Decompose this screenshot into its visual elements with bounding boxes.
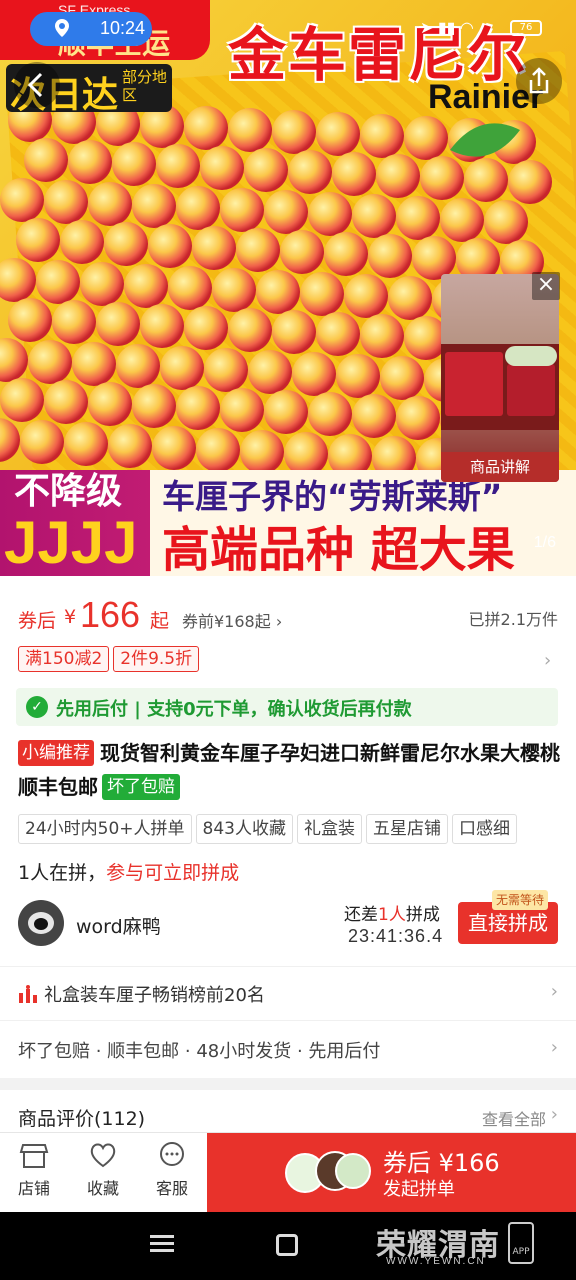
price-suffix: 起 [150, 610, 170, 632]
start-group-buy-button[interactable]: 券后 ¥166 发起拼单 [207, 1133, 576, 1213]
service-text: 坏了包赔 · 顺丰包邮 · 48小时发货 · 先用后付 [18, 1041, 381, 1062]
band-right-2: 高端品种 超大果 [162, 522, 515, 576]
editor-tag: 小编推荐 [18, 740, 94, 766]
video-thumb-box1 [445, 352, 503, 416]
status-bar: 10:24 ➤ ▮▮ ◠ 76 [0, 12, 576, 48]
share-button[interactable] [516, 58, 562, 104]
price-row: 券后 ¥ 166 起 券前¥168起 › 已拼2.1万件 [0, 594, 576, 636]
product-title: 小编推荐 现货智利黄金车厘子孕妇进口新鲜雷尼尔水果大樱桃顺丰包邮 坏了包赔 [18, 736, 562, 804]
group-remaining: 还差1人拼成 [344, 900, 440, 925]
favorite-button[interactable]: 收藏 [75, 1141, 131, 1199]
section-divider [0, 1078, 576, 1090]
chevron-left-icon [27, 72, 43, 98]
guarantee-badge: 坏了包赔 [102, 774, 180, 800]
home-button[interactable] [276, 1234, 298, 1256]
pay-later-banner[interactable]: ✓ 先用后付 | 支持0元下单，确认收货后再付款 [16, 688, 558, 726]
pay-later-text: 先用后付 | 支持0元下单，确认收货后再付款 [56, 699, 412, 720]
feature-tag: 礼盒装 [296, 814, 362, 844]
avatar [335, 1153, 371, 1189]
system-navigation-bar: 荣耀渭南 WWW.YEWN.CN APP [0, 1212, 576, 1280]
service-label: 客服 [155, 1179, 188, 1198]
review-header[interactable]: 商品评价(112) 查看全部 › [0, 1094, 576, 1134]
store-button[interactable]: 店铺 [6, 1141, 62, 1199]
buy-label: 发起拼单 [383, 1179, 455, 1200]
chevron-right-icon[interactable]: › [544, 650, 551, 671]
share-icon [529, 67, 549, 94]
close-video-button[interactable]: × [532, 272, 560, 300]
back-button[interactable] [14, 62, 60, 108]
remain-num: 1人 [378, 905, 406, 925]
remain-prefix: 还差 [344, 905, 378, 925]
avatar [18, 900, 64, 946]
group-join-hint: 参与可立即拼成 [106, 862, 240, 884]
feature-tag: 五星店铺 [365, 814, 448, 844]
feature-tag: 24小时内50+人拼单 [18, 814, 192, 844]
no-wait-badge: 无需等待 [492, 890, 549, 910]
group-status-line: 1人在拼，参与可立即拼成 [18, 858, 239, 885]
heart-icon [90, 1143, 116, 1168]
after-coupon-label: 券后 [18, 610, 57, 632]
band-left-1: 不降级 [14, 471, 123, 512]
chevron-right-icon: › [550, 981, 558, 1002]
store-icon [19, 1144, 49, 1168]
promo-tag-1: 满150减2 [18, 646, 110, 672]
battery-icon: 76 [510, 20, 542, 36]
menu-icon[interactable] [150, 1234, 174, 1254]
ranking-icon [19, 985, 37, 1003]
currency-symbol: ¥ [64, 606, 77, 628]
chevron-right-icon: › [550, 1037, 558, 1058]
group-count-text: 1人在拼， [18, 862, 107, 884]
bottom-action-bar: 店铺 收藏 客服 券后 ¥166 发起拼单 [0, 1132, 576, 1213]
group-count: 已拼2.1万件 [468, 610, 558, 629]
status-time: 10:24 [100, 18, 146, 38]
feature-tag: 843人收藏 [195, 814, 293, 844]
watermark-app-icon: APP [508, 1222, 534, 1264]
chat-icon [160, 1142, 184, 1166]
product-video-float[interactable]: 商品讲解 [441, 274, 559, 482]
customer-service-button[interactable]: 客服 [144, 1141, 200, 1199]
signal-wifi-icon: ➤ ▮▮ ◠ [420, 20, 474, 37]
ranking-row[interactable]: 礼盒装车厘子畅销榜前20名 › [0, 966, 576, 1020]
before-coupon-text: 券前¥168起 [182, 612, 271, 631]
before-coupon-price[interactable]: 券前¥168起 › [182, 608, 282, 632]
service-row[interactable]: 坏了包赔 · 顺丰包邮 · 48小时发货 · 先用后付 › [0, 1020, 576, 1076]
price-amount: 166 [80, 594, 141, 635]
close-icon: × [536, 272, 556, 297]
remain-suffix: 拼成 [405, 905, 440, 925]
next-day-region: 部分地区 [122, 68, 168, 104]
feature-tag: 口感细 [451, 814, 517, 844]
buy-price: 券后 ¥166 [383, 1149, 500, 1177]
promo-row[interactable]: 满150减2 2件9.5折 [18, 646, 203, 674]
ranking-text: 礼盒装车厘子畅销榜前20名 [44, 985, 265, 1006]
group-username: word麻鸭 [76, 916, 161, 938]
store-label: 店铺 [17, 1179, 50, 1198]
watermark-url: WWW.YEWN.CN [386, 1256, 486, 1267]
location-pin-icon [55, 19, 69, 37]
video-caption: 商品讲解 [441, 452, 559, 482]
video-thumb-box2 [507, 364, 555, 416]
countdown-timer: 23:41:36.4 [348, 926, 444, 946]
image-counter: 1/6 [533, 534, 556, 551]
favorite-label: 收藏 [86, 1179, 119, 1198]
chevron-right-icon: › [550, 1104, 558, 1125]
feature-tags: 24小时内50+人拼单 843人收藏 礼盒装 五星店铺 口感细 [18, 814, 576, 846]
group-user-row: word麻鸭 还差1人拼成 23:41:36.4 直接拼成 无需等待 [0, 890, 576, 956]
review-title: 商品评价(112) [18, 1108, 146, 1130]
product-title-text: 现货智利黄金车厘子孕妇进口新鲜雷尼尔水果大樱桃顺丰包邮 [18, 741, 560, 799]
video-thumb-grapes [505, 346, 557, 366]
pay-later-icon: ✓ [26, 696, 48, 718]
view-all-reviews[interactable]: 查看全部 [482, 1106, 546, 1130]
promo-tag-2: 2件9.5折 [113, 646, 200, 672]
band-left-2: JJJJ [4, 509, 138, 576]
